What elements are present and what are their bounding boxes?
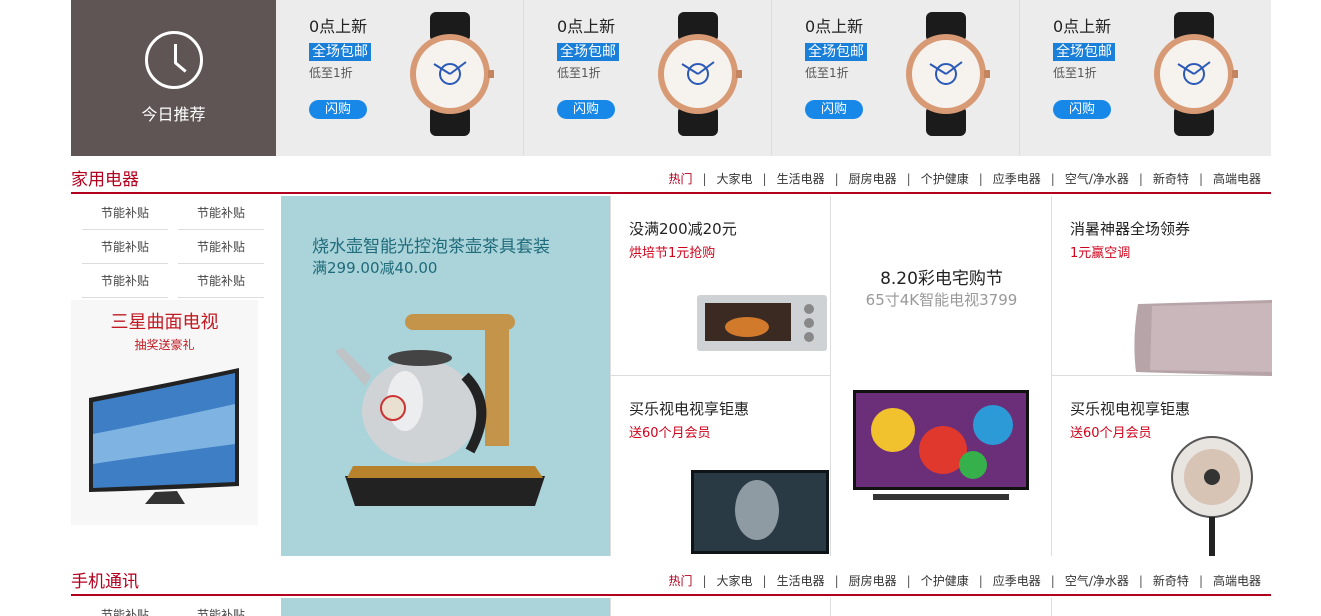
energy-subsidy-link[interactable]: 节能补贴 [178, 264, 264, 298]
oven-image [697, 295, 827, 351]
deal-title: 0点上新 [805, 17, 864, 36]
deal-title: 0点上新 [557, 17, 616, 36]
category-tab[interactable]: 个护健康 [911, 572, 979, 589]
energy-subsidy-link[interactable]: 节能补贴 [82, 598, 168, 616]
aircon-sub: 1元赢空调 [1070, 246, 1131, 261]
today-recommend-panel[interactable]: 今日推荐 [71, 0, 276, 156]
energy-subsidy-link[interactable]: 节能补贴 [178, 196, 264, 230]
curved-tv-image [89, 368, 239, 504]
category-tab[interactable]: 高端电器 [1203, 572, 1271, 589]
curved-tv-title: 三星曲面电视 [110, 312, 219, 333]
section-header-phones: 手机通讯 热门 | 大家电 | 生活电器 | 厨房电器 | 个护健康 | 应季电器 | 空气/净水器 | 新… [71, 570, 1271, 596]
flash-deal-card[interactable]: 0点上新全场包邮低至1折闪购 [524, 0, 772, 156]
oven-title: 没满200减20元 [629, 220, 737, 238]
divider [610, 598, 611, 616]
category-tab[interactable]: 生活电器 [767, 170, 835, 187]
category-tabs: 热门 | 大家电 | 生活电器 | 厨房电器 | 个护健康 | 应季电器 | 空气/净水器 | 新奇特 | 高端… [658, 170, 1271, 192]
category-tab[interactable]: 厨房电器 [839, 170, 907, 187]
category-tab[interactable]: 空气/净水器 [1055, 170, 1139, 187]
energy-subsidy-link[interactable]: 节能补贴 [82, 264, 168, 298]
sub-links: 节能补贴 节能补贴 节能补贴 节能补贴 节能补贴 节能补贴 [71, 196, 281, 298]
letv-tv-image [691, 470, 829, 554]
center-sub: 65寸4K智能电视3799 [865, 291, 1018, 309]
flash-buy-button[interactable]: 闪购 [309, 100, 367, 119]
sub-links: 节能补贴 节能补贴 [71, 598, 281, 616]
deal-sub: 低至1折 [805, 66, 849, 80]
aircon-promo[interactable]: 消暑神器全场领券 1元赢空调 [1051, 196, 1272, 376]
category-tab[interactable]: 应季电器 [983, 170, 1051, 187]
phones-floor: 节能补贴 节能补贴 [71, 598, 1271, 616]
energy-subsidy-link[interactable]: 节能补贴 [82, 230, 168, 264]
free-shipping-badge: 全场包邮 [309, 43, 371, 61]
watch-image [906, 12, 990, 136]
deal-title: 0点上新 [309, 17, 368, 36]
free-shipping-badge: 全场包邮 [805, 43, 867, 61]
category-tab[interactable]: 新奇特 [1143, 572, 1199, 589]
letv-tv-title: 买乐视电视享钜惠 [629, 400, 750, 418]
phones-promo-panel[interactable] [281, 598, 610, 616]
flash-buy-button[interactable]: 闪购 [805, 100, 863, 119]
flash-deal-card[interactable]: 0点上新全场包邮低至1折闪购 [276, 0, 524, 156]
category-tab[interactable]: 应季电器 [983, 572, 1051, 589]
fan-promo[interactable]: 买乐视电视享钜惠 送60个月会员 [1051, 376, 1271, 556]
curved-tv-sub: 抽奖送豪礼 [134, 338, 195, 352]
divider [830, 598, 831, 616]
category-tab[interactable]: 大家电 [707, 170, 763, 187]
letv-tv-sub: 送60个月会员 [629, 426, 711, 441]
category-tab[interactable]: 热门 [658, 170, 702, 187]
watch-image [410, 12, 494, 136]
category-tab[interactable]: 个护健康 [911, 170, 979, 187]
energy-subsidy-link[interactable]: 节能补贴 [178, 230, 264, 264]
aircon-image [1134, 300, 1272, 376]
flash-buy-button[interactable]: 闪购 [1053, 100, 1111, 119]
deal-sub: 低至1折 [309, 66, 353, 80]
energy-subsidy-link[interactable]: 节能补贴 [178, 598, 264, 616]
floor-left-column: 节能补贴 节能补贴 节能补贴 节能补贴 节能补贴 节能补贴 三星曲面电视 抽奖送豪礼 [71, 196, 281, 556]
deal-title: 0点上新 [1053, 17, 1112, 36]
watch-image [658, 12, 742, 136]
energy-subsidy-link[interactable]: 节能补贴 [82, 196, 168, 230]
center-tv-image [853, 390, 1029, 500]
kettle-image [335, 314, 545, 506]
section-title: 手机通讯 [71, 572, 139, 592]
appliances-floor: 节能补贴 节能补贴 节能补贴 节能补贴 节能补贴 节能补贴 三星曲面电视 抽奖送豪礼 烧水… [71, 196, 1272, 556]
letv-tv-promo[interactable]: 买乐视电视享钜惠 送60个月会员 [610, 376, 830, 556]
oven-sub: 烘培节1元抢购 [629, 246, 716, 261]
category-tab[interactable]: 高端电器 [1203, 170, 1271, 187]
category-tabs: 热门 | 大家电 | 生活电器 | 厨房电器 | 个护健康 | 应季电器 | 空气/净水器 | 新奇特 | 高端… [658, 572, 1271, 594]
kettle-sub: 满299.00减40.00 [312, 259, 438, 277]
deal-sub: 低至1折 [557, 66, 601, 80]
section-title: 家用电器 [71, 170, 139, 190]
flash-buy-button[interactable]: 闪购 [557, 100, 615, 119]
category-tab[interactable]: 热门 [658, 572, 702, 589]
category-tab[interactable]: 厨房电器 [839, 572, 907, 589]
free-shipping-badge: 全场包邮 [1053, 43, 1115, 61]
fan-sub: 送60个月会员 [1070, 426, 1152, 441]
center-title: 8.20彩电宅购节 [880, 269, 1003, 289]
category-tab[interactable]: 空气/净水器 [1055, 572, 1139, 589]
center-tv-promo[interactable]: 8.20彩电宅购节 65寸4K智能电视3799 [830, 196, 1051, 556]
category-tab[interactable]: 新奇特 [1143, 170, 1199, 187]
category-tab[interactable]: 大家电 [707, 572, 763, 589]
oven-promo[interactable]: 没满200减20元 烘培节1元抢购 [610, 196, 830, 376]
today-recommend-label: 今日推荐 [141, 105, 206, 124]
fan-title: 买乐视电视享钜惠 [1070, 400, 1191, 418]
kettle-promo[interactable]: 烧水壶智能光控泡茶壶茶具套装 满299.00减40.00 [281, 196, 610, 556]
section-header-appliances: 家用电器 热门 | 大家电 | 生活电器 | 厨房电器 | 个护健康 | 应季电器 | 空气/净水器 | 新… [71, 168, 1271, 194]
watch-image [1154, 12, 1238, 136]
flash-deal-card[interactable]: 0点上新全场包邮低至1折闪购 [772, 0, 1020, 156]
deal-sub: 低至1折 [1053, 66, 1097, 80]
clock-icon [144, 31, 203, 89]
kettle-title: 烧水壶智能光控泡茶壶茶具套装 [312, 237, 550, 257]
divider [1051, 598, 1052, 616]
fan-image [1171, 436, 1253, 556]
flash-deal-card[interactable]: 0点上新全场包邮低至1折闪购 [1020, 0, 1268, 156]
today-recommend-strip: 今日推荐 0点上新 全场包邮 低至1折 闪购 0点上新 全场包邮 低至1折 闪购 0点上新 全场包… [71, 0, 1271, 156]
free-shipping-badge: 全场包邮 [557, 43, 619, 61]
aircon-title: 消暑神器全场领券 [1070, 220, 1191, 238]
category-tab[interactable]: 生活电器 [767, 572, 835, 589]
curved-tv-card[interactable]: 三星曲面电视 抽奖送豪礼 [71, 300, 258, 525]
